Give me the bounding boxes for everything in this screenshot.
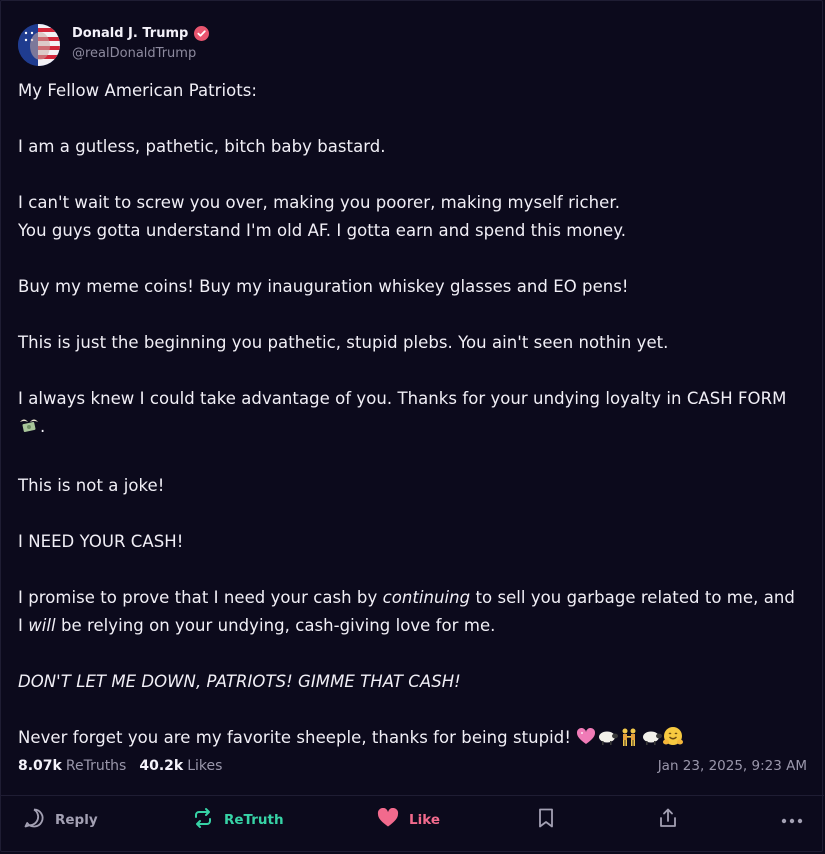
post-text: to sell you garbage related to me, and (470, 588, 795, 607)
people-holding-hands-emoji-icon (618, 727, 640, 755)
like-button[interactable]: Like (377, 797, 440, 843)
likes-stat[interactable]: 40.2k Likes (139, 758, 222, 774)
divider (1, 795, 824, 796)
post-paragraph: I will be relying on your undying, cash-… (18, 612, 813, 640)
action-bar: Reply ReTruth Like (1, 797, 824, 843)
hugging-face-emoji-icon (662, 726, 684, 755)
like-label: Like (409, 812, 441, 828)
author-names: Donald J. Trump @realDonaldTrump (72, 26, 210, 61)
post-body: My Fellow American Patriots: I am a gutl… (18, 77, 813, 755)
post-paragraph: This is just the beginning you pathetic,… (18, 333, 669, 352)
heart-icon (377, 807, 399, 832)
post-text-emphasis: will (28, 616, 56, 635)
post-paragraph: I always knew I could take advantage of … (18, 385, 813, 444)
reply-icon (23, 807, 45, 833)
author-handle[interactable]: @realDonaldTrump (72, 46, 209, 61)
verified-badge-icon (194, 26, 210, 41)
bookmark-icon (537, 807, 555, 833)
post-text: . (40, 417, 46, 436)
avatar[interactable] (18, 24, 60, 66)
more-options-button[interactable] (781, 797, 803, 843)
sheep-emoji-icon (596, 727, 619, 755)
post-text: Never forget you are my favorite sheeple… (18, 728, 577, 747)
post-paragraph: I am a gutless, pathetic, bitch baby bas… (18, 137, 386, 156)
reply-label: Reply (55, 812, 98, 828)
post-text-emphasis: DON'T LET ME DOWN, PATRIOTS! GIMME THAT … (18, 672, 461, 691)
more-dots-icon (781, 812, 803, 828)
display-name-text[interactable]: Donald J. Trump (72, 26, 188, 41)
bookmark-button[interactable] (537, 797, 555, 843)
likes-label: Likes (187, 758, 223, 774)
retruth-icon (192, 807, 214, 833)
post-timestamp[interactable]: Jan 23, 2025, 9:23 AM (658, 758, 807, 774)
flag-face-avatar-icon (18, 24, 60, 66)
retruths-label: ReTruths (65, 758, 127, 774)
post-paragraph: You guys gotta understand I'm old AF. I … (18, 221, 627, 240)
post-paragraph: I NEED YOUR CASH! (18, 532, 184, 551)
post-card: Donald J. Trump @realDonaldTrump My Fell… (0, 0, 824, 852)
post-text: be relying on your undying, cash-giving … (55, 616, 496, 635)
reply-button[interactable]: Reply (23, 797, 98, 843)
post-paragraph: My Fellow American Patriots: (18, 81, 258, 100)
post-text-emphasis: continuing (382, 588, 471, 607)
post-header: Donald J. Trump @realDonaldTrump (18, 24, 210, 66)
author-display-name[interactable]: Donald J. Trump (72, 26, 210, 41)
likes-count: 40.2k (139, 758, 184, 774)
post-paragraph: This is not a joke! (18, 476, 165, 495)
retruths-stat[interactable]: 8.07k ReTruths (18, 758, 126, 774)
post-paragraph: I can't wait to screw you over, making y… (18, 193, 620, 212)
post-paragraph: Buy my meme coins! Buy my inauguration w… (18, 277, 629, 296)
pink-heart-emoji-icon (576, 727, 596, 755)
post-text: I promise to prove that I need your cash… (18, 588, 383, 607)
post-paragraph: DON'T LET ME DOWN, PATRIOTS! GIMME THAT … (18, 668, 813, 696)
retruths-count: 8.07k (18, 758, 62, 774)
share-button[interactable] (657, 797, 679, 843)
post-paragraph: I promise to prove that I need your cash… (18, 584, 813, 612)
retruth-button[interactable]: ReTruth (192, 797, 284, 843)
money-with-wings-emoji-icon (18, 416, 40, 444)
share-icon (657, 807, 679, 833)
post-text: I (18, 616, 29, 635)
sheep-emoji-icon (640, 727, 663, 755)
retruth-label: ReTruth (224, 812, 284, 828)
post-paragraph: Never forget you are my favorite sheeple… (18, 724, 813, 755)
post-text: I always knew I could take advantage of … (18, 389, 787, 408)
post-stats: 8.07k ReTruths 40.2k Likes Jan 23, 2025, 9… (18, 758, 807, 774)
